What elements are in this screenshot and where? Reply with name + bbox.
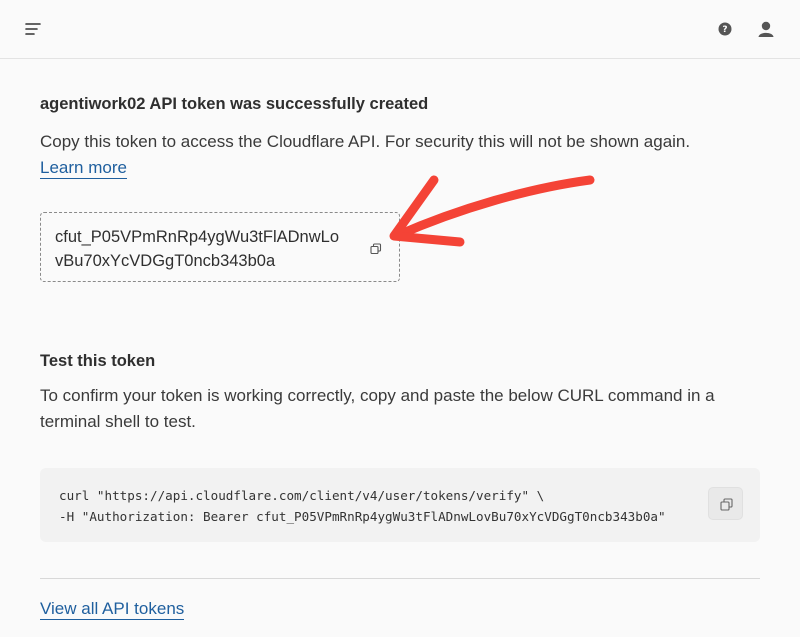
copy-icon[interactable] xyxy=(370,242,382,255)
user-account-icon[interactable] xyxy=(756,19,776,39)
api-token-line-2: vBu70xYcVDGgT0ncb343b0a xyxy=(55,252,276,270)
test-token-heading: Test this token xyxy=(40,352,156,370)
token-display-box: cfut_P05VPmRnRp4ygWu3tFlADnwLo vBu70xYcV… xyxy=(40,212,400,282)
section-divider xyxy=(40,578,760,579)
view-all-tokens-container: View all API tokens xyxy=(40,599,185,620)
hamburger-menu-icon[interactable] xyxy=(24,20,44,38)
svg-text:?: ? xyxy=(722,25,727,35)
curl-command-line-1[interactable]: curl "https://api.cloudflare.com/client/… xyxy=(59,488,544,503)
success-title: agentiwork02 API token was successfully … xyxy=(40,95,429,113)
annotation-arrow xyxy=(389,175,595,247)
top-navigation-bar: ? xyxy=(0,0,800,59)
help-circle-icon[interactable]: ? xyxy=(716,20,734,38)
description-text: Copy this token to access the Cloudflare… xyxy=(40,132,691,151)
token-description: Copy this token to access the Cloudflare… xyxy=(40,129,760,181)
api-token-line-1: cfut_P05VPmRnRp4ygWu3tFlADnwLo xyxy=(55,228,339,246)
learn-more-link[interactable]: Learn more xyxy=(40,158,127,179)
curl-command-line-2[interactable]: -H "Authorization: Bearer cfut_P05VPmRnR… xyxy=(59,509,666,524)
curl-command-block: curl "https://api.cloudflare.com/client/… xyxy=(40,468,760,542)
api-token-value[interactable]: cfut_P05VPmRnRp4ygWu3tFlADnwLo vBu70xYcV… xyxy=(55,225,365,273)
test-token-description: To confirm your token is working correct… xyxy=(40,386,715,431)
view-all-api-tokens-link[interactable]: View all API tokens xyxy=(40,599,185,620)
copy-curl-button[interactable] xyxy=(708,487,743,520)
copy-icon xyxy=(720,498,733,511)
